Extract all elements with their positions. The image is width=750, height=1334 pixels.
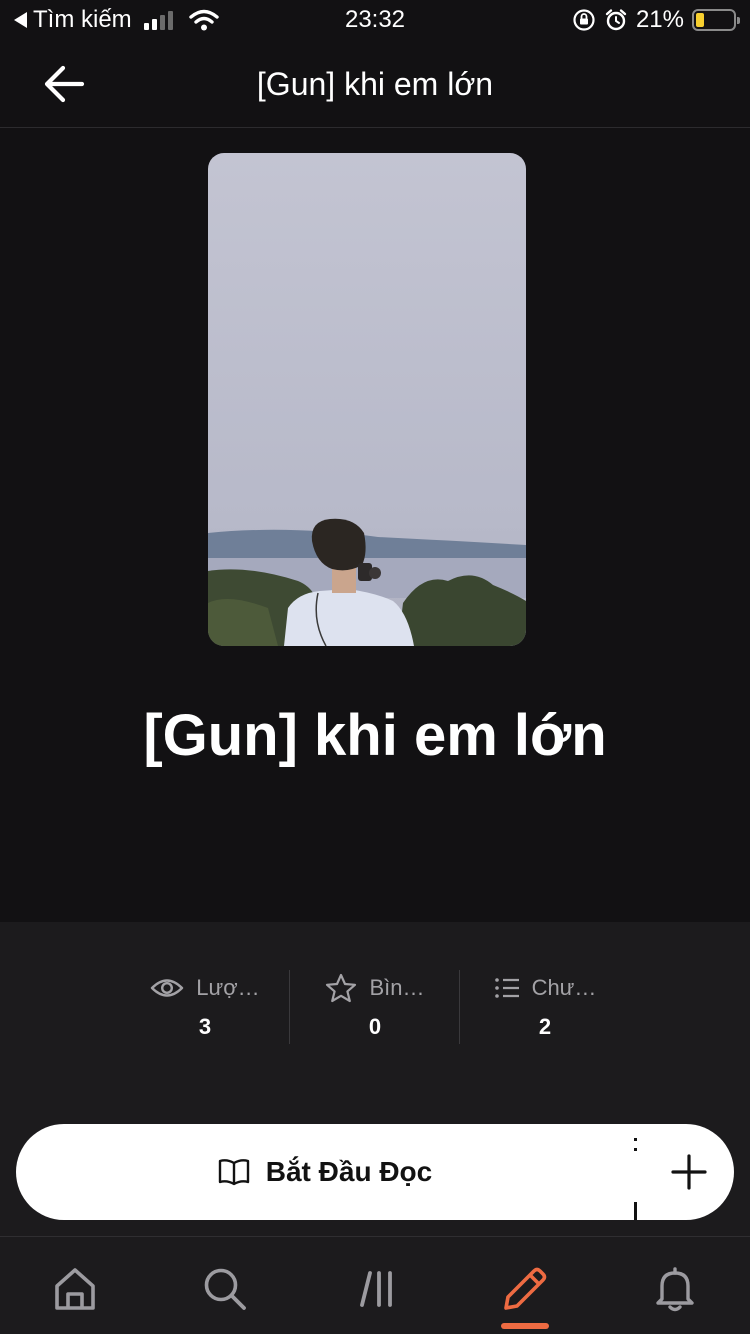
story-detail-screen: Tìm kiếm 23:32 21% [Gun] khi em lớn [Gun… <box>0 0 750 1334</box>
stat-reads-value: 3 <box>198 1014 212 1039</box>
story-title: [Gun] khi em lớn <box>143 703 607 768</box>
stat-parts-label: Chư… <box>531 975 597 1000</box>
list-icon <box>494 978 519 998</box>
plus-icon <box>671 1154 707 1190</box>
bell-icon <box>656 1267 694 1312</box>
stat-reads-label: Lượ… <box>196 975 260 1000</box>
battery-fill <box>696 13 704 27</box>
eye-icon <box>151 979 184 997</box>
star-icon <box>326 973 357 1003</box>
start-reading-label: Bắt Đầu Đọc <box>265 1156 433 1187</box>
action-bar: Bắt Đầu Đọc <box>16 1124 734 1220</box>
tab-write[interactable] <box>495 1259 555 1319</box>
search-icon <box>204 1268 246 1310</box>
battery-icon <box>692 9 740 31</box>
book-open-icon <box>218 1159 249 1186</box>
battery-percent: 21% <box>635 6 684 33</box>
stat-votes[interactable]: Bìn… 0 <box>295 972 455 1040</box>
back-button[interactable] <box>36 58 92 110</box>
arrow-left-icon <box>44 65 85 103</box>
status-bar: Tìm kiếm 23:32 21% <box>0 0 750 40</box>
tab-notifications[interactable] <box>645 1259 705 1319</box>
tab-search[interactable] <box>195 1259 255 1319</box>
story-cover-image[interactable] <box>208 153 526 646</box>
pencil-icon <box>504 1267 547 1310</box>
rotation-lock-icon <box>573 9 595 31</box>
bottom-tab-bar <box>0 1236 750 1334</box>
stat-votes-value: 0 <box>368 1014 382 1039</box>
home-icon <box>55 1268 95 1310</box>
active-tab-indicator <box>501 1323 549 1329</box>
stat-parts-value: 2 <box>538 1014 552 1039</box>
button-separator <box>634 1138 637 1220</box>
stat-reads[interactable]: Lượ… 3 <box>125 972 285 1040</box>
alarm-icon <box>605 9 627 31</box>
stat-divider <box>289 970 290 1044</box>
start-reading-button[interactable]: Bắt Đầu Đọc <box>16 1124 634 1220</box>
add-to-library-button[interactable] <box>644 1124 734 1220</box>
library-icon <box>360 1271 392 1307</box>
stat-divider <box>459 970 460 1044</box>
navigation-bar: [Gun] khi em lớn <box>0 40 750 128</box>
tab-library[interactable] <box>347 1259 407 1319</box>
status-right: 21% <box>572 6 740 34</box>
tab-home[interactable] <box>45 1259 105 1319</box>
stat-parts[interactable]: Chư… 2 <box>465 972 625 1040</box>
nav-title: [Gun] khi em lớn <box>256 66 494 102</box>
stat-votes-label: Bìn… <box>369 975 425 1000</box>
